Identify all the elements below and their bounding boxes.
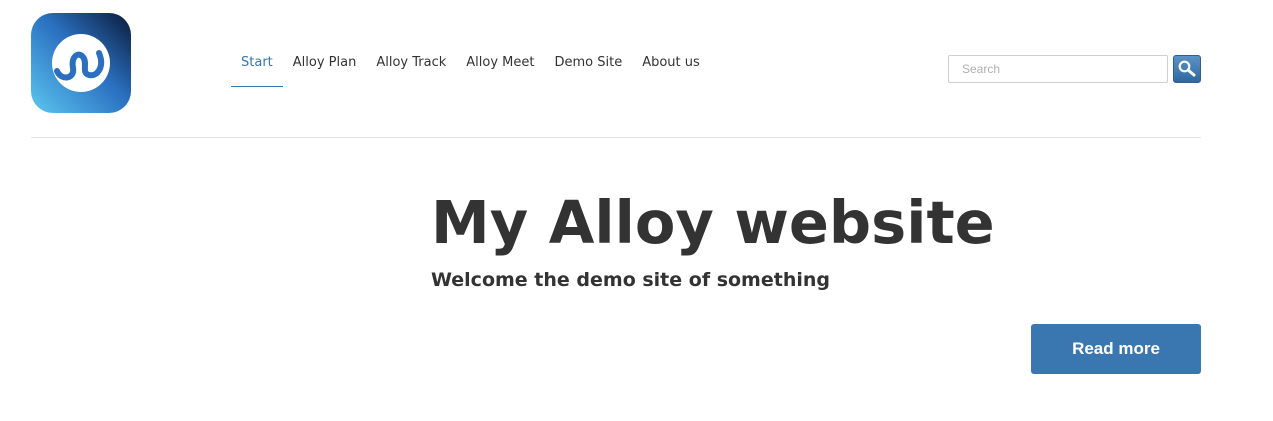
search-button[interactable] — [1173, 55, 1201, 83]
page-subtitle: Welcome the demo site of something — [431, 269, 830, 291]
nav-item-start[interactable]: Start — [231, 40, 283, 87]
magnifier-icon — [1178, 60, 1196, 77]
nav-item-alloy-track[interactable]: Alloy Track — [366, 40, 456, 87]
header-divider — [31, 137, 1201, 138]
nav-item-alloy-meet[interactable]: Alloy Meet — [456, 40, 544, 87]
nav-item-alloy-plan[interactable]: Alloy Plan — [283, 40, 367, 87]
nav-item-demo-site[interactable]: Demo Site — [544, 40, 632, 87]
page-title: My Alloy website — [431, 188, 995, 257]
site-logo[interactable] — [31, 13, 131, 113]
nav-item-about-us[interactable]: About us — [632, 40, 710, 87]
search-input[interactable] — [948, 55, 1168, 83]
main-nav: Start Alloy Plan Alloy Track Alloy Meet … — [231, 40, 710, 87]
read-more-button[interactable]: Read more — [1031, 324, 1201, 374]
alloy-logo-icon — [31, 13, 131, 113]
